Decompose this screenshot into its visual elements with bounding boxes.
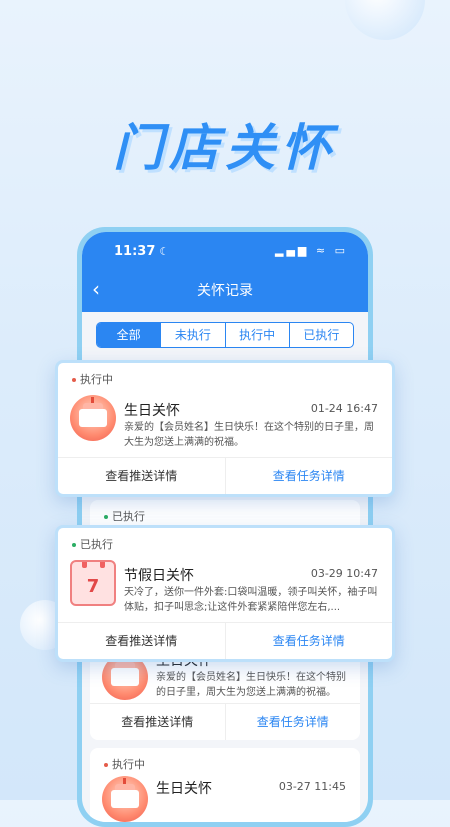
view-task-details-button[interactable]: 查看任务详情: [224, 623, 393, 659]
tab-pending[interactable]: 未执行: [160, 323, 224, 347]
view-push-details-button[interactable]: 查看推送详情: [90, 704, 225, 740]
signal-wifi-battery-icon: ▂▄▆ ≈ ▭: [275, 244, 348, 257]
tab-all[interactable]: 全部: [97, 323, 161, 347]
card-date: 01-24 16:47: [310, 402, 378, 415]
birthday-cake-icon: [70, 395, 116, 441]
card-actions: 查看推送详情 查看任务详情: [90, 703, 360, 740]
birthday-cake-icon: [102, 776, 148, 822]
list-item-highlighted[interactable]: 执行中 生日关怀 01-24 16:47 亲爱的【会员姓名】生日快乐！在这个特别…: [55, 360, 395, 497]
card-actions: 查看推送详情 查看任务详情: [58, 457, 392, 494]
card-message: 天冷了，送你一件外套:口袋叫温暖，领子叫关怀，袖子叫体贴，扣子叫思念;让这件外套…: [124, 587, 378, 613]
moon-icon: ☾: [159, 245, 170, 258]
app-header: 11:37 ☾ ▂▄▆ ≈ ▭ ‹ 关怀记录: [82, 232, 368, 312]
card-title: 节假日关怀: [124, 568, 194, 584]
status-badge: 已执行: [104, 508, 145, 524]
view-push-details-button[interactable]: 查看推送详情: [58, 458, 225, 494]
decor-bubble: [345, 0, 425, 40]
card-actions: 查看推送详情 查看任务详情: [58, 622, 392, 659]
list-item[interactable]: 执行中 生日关怀 03-27 11:45: [90, 748, 360, 822]
card-date: 03-27 11:45: [278, 780, 346, 793]
card-message: 亲爱的【会员姓名】生日快乐！在这个特别的日子里，周大生为您送上满满的祝福。: [156, 672, 346, 698]
status-badge: 执行中: [72, 371, 113, 387]
nav-bar: ‹ 关怀记录: [82, 277, 368, 301]
status-badge: 执行中: [104, 756, 145, 772]
status-badge: 已执行: [72, 536, 113, 552]
card-title: 生日关怀: [124, 403, 180, 419]
view-push-details-button[interactable]: 查看推送详情: [58, 623, 225, 659]
card-date: 03-29 10:47: [310, 567, 378, 580]
list-item[interactable]: 生日关怀 亲爱的【会员姓名】生日快乐！在这个特别的日子里，周大生为您送上满满的祝…: [90, 650, 360, 740]
tab-running[interactable]: 执行中: [224, 323, 289, 347]
view-task-details-button[interactable]: 查看任务详情: [224, 704, 361, 740]
tab-done[interactable]: 已执行: [288, 323, 353, 347]
nav-title: 关怀记录: [197, 283, 253, 299]
filter-tabs: 全部 未执行 执行中 已执行: [96, 322, 354, 348]
back-icon[interactable]: ‹: [92, 277, 100, 301]
calendar-icon: 7: [70, 560, 116, 606]
view-task-details-button[interactable]: 查看任务详情: [224, 458, 393, 494]
card-message: 亲爱的【会员姓名】生日快乐！在这个特别的日子里，周大生为您送上满满的祝福。: [124, 422, 374, 448]
list-item-highlighted[interactable]: 已执行 7 节假日关怀 03-29 10:47 天冷了，送你一件外套:口袋叫温暖…: [55, 525, 395, 662]
page-headline: 门店关怀: [113, 119, 337, 177]
card-title: 生日关怀: [156, 781, 212, 797]
status-time: 11:37 ☾: [114, 244, 170, 259]
